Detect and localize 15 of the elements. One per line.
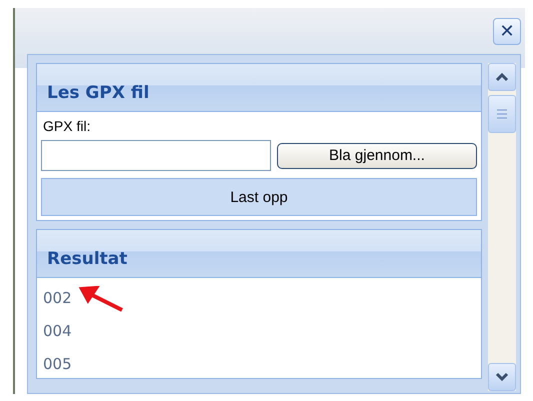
upload-button[interactable]: Last opp: [41, 178, 477, 216]
scroll-up-icon[interactable]: [488, 63, 516, 91]
scrollbar[interactable]: [488, 63, 516, 391]
scroll-thumb[interactable]: [488, 95, 516, 133]
result-item[interactable]: 002: [43, 282, 72, 315]
result-item[interactable]: 004: [43, 315, 72, 348]
browse-button[interactable]: Bla gjennom...: [277, 142, 477, 168]
file-path-field[interactable]: [41, 140, 271, 171]
section-title: Resultat: [37, 230, 481, 278]
close-button[interactable]: ✕: [493, 18, 521, 45]
result-item[interactable]: 005: [43, 348, 72, 378]
scroll-down-icon[interactable]: [488, 363, 516, 391]
pointer-arrow: [78, 286, 124, 312]
section-title: Les GPX fil: [37, 64, 481, 112]
field-label: GPX fil:: [42, 117, 92, 136]
